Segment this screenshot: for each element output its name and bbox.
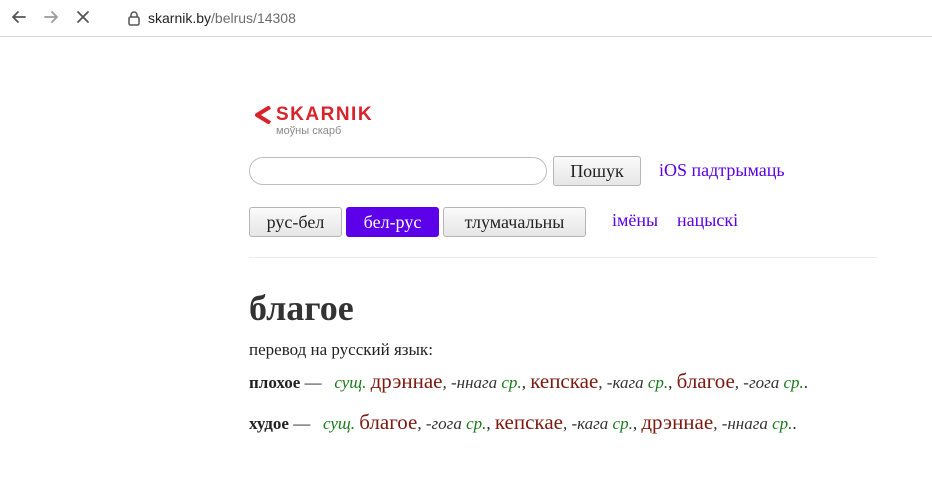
entry-dash: — xyxy=(288,414,315,433)
part-of-speech: сущ. xyxy=(322,414,355,433)
url-path: /belrus/14308 xyxy=(211,10,296,26)
dictionary-entry: худое — сущ. благое, -гога ср., кепскае,… xyxy=(249,412,869,434)
dictionary-entry: плохое — сущ. дрэннае, -ннага ср., кепск… xyxy=(249,371,869,393)
search-input[interactable] xyxy=(249,157,547,185)
separator: , xyxy=(486,414,495,433)
page-title: благое xyxy=(249,288,354,328)
inflection: , -ннага xyxy=(713,414,773,433)
forward-arrow-icon[interactable] xyxy=(40,6,62,28)
lock-icon xyxy=(128,10,140,26)
inflection: , -кага xyxy=(598,373,648,392)
separator: . xyxy=(792,414,797,433)
separator: , xyxy=(668,373,677,392)
separator: . xyxy=(803,373,809,392)
translation-word: кепскае xyxy=(494,410,563,434)
inflection: , -гога xyxy=(734,373,784,392)
part-of-speech: сущ. xyxy=(334,373,367,392)
translation-word: благое xyxy=(676,369,735,393)
gender-label: ср. xyxy=(647,373,669,392)
accents-link[interactable]: нацыскі xyxy=(677,209,738,231)
tab-bel-rus[interactable]: бел-рус xyxy=(346,207,439,237)
translation-word: дрэннае xyxy=(370,369,443,393)
inflection: , -ннага xyxy=(442,373,502,392)
gender-label: ср. xyxy=(772,414,793,433)
translation-word: кепскае xyxy=(530,369,599,393)
inflection: , -гога xyxy=(417,414,467,433)
stop-loading-icon[interactable] xyxy=(72,6,94,28)
inflection: , -кага xyxy=(562,414,613,433)
tab-explanatory[interactable]: тлумачальны xyxy=(443,207,586,237)
gender-label: ср. xyxy=(501,373,522,392)
skarnik-logo[interactable]: SKARNIK моўны скарб xyxy=(254,104,394,140)
logo-chevron-icon xyxy=(254,105,272,129)
logo-tagline: моўны скарб xyxy=(276,125,342,137)
separator: , xyxy=(521,373,531,392)
search-button[interactable]: Пошук xyxy=(553,156,641,186)
gender-label: ср. xyxy=(612,414,633,433)
entry-dash: — xyxy=(300,373,326,392)
translation-word: благое xyxy=(359,410,418,434)
logo-wordmark: SKARNIK xyxy=(276,104,374,125)
translation-word: дрэннае xyxy=(641,410,714,434)
url-host: skarnik.by xyxy=(148,10,212,26)
tab-rus-bel[interactable]: рус-бел xyxy=(249,207,342,237)
browser-toolbar: skarnik.by/belrus/14308 xyxy=(0,0,932,37)
divider xyxy=(249,257,877,258)
names-link[interactable]: імёны xyxy=(612,209,658,231)
entry-lemma: плохое xyxy=(249,373,301,392)
back-arrow-icon[interactable] xyxy=(8,6,30,28)
entry-lemma: худое xyxy=(249,414,289,433)
translation-subtitle: перевод на русский язык: xyxy=(249,340,433,359)
ios-support-link[interactable]: iOS падтрымаць xyxy=(659,159,785,181)
address-bar[interactable]: skarnik.by/belrus/14308 xyxy=(128,8,296,28)
gender-label: ср. xyxy=(466,414,487,433)
gender-label: ср. xyxy=(783,373,804,392)
